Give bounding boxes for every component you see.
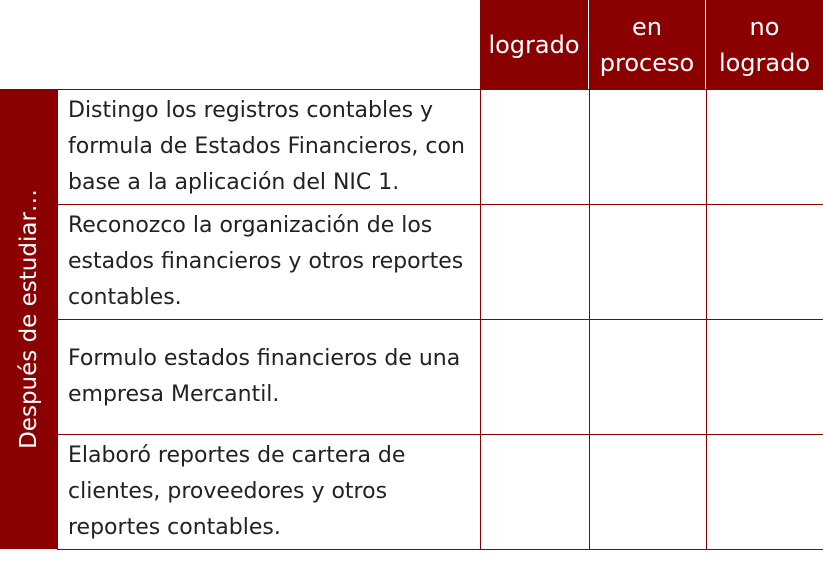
cell-no-logrado[interactable]: [706, 204, 823, 320]
cell-no-logrado[interactable]: [706, 89, 823, 205]
header-en-proceso-line-2: proceso: [599, 48, 695, 77]
header-logrado: logrado: [480, 0, 589, 89]
table-row: Formulo estados financieros de una empre…: [57, 319, 823, 435]
cell-logrado[interactable]: [480, 89, 590, 205]
table-row: Distingo los registros contables y formu…: [57, 89, 823, 205]
evaluation-table: Distingo los registros contables y formu…: [57, 89, 823, 550]
row-description: Reconozco la organización de los estados…: [57, 204, 481, 320]
cell-en-proceso[interactable]: [589, 434, 707, 550]
cell-no-logrado[interactable]: [706, 319, 823, 435]
header-no-logrado-line-1: no: [749, 12, 780, 41]
cell-en-proceso[interactable]: [589, 204, 707, 320]
cell-en-proceso[interactable]: [589, 89, 707, 205]
row-description: Formulo estados financieros de una empre…: [57, 319, 481, 435]
cell-logrado[interactable]: [480, 204, 590, 320]
side-label: Después de estudiar…: [15, 189, 42, 449]
side-band: Después de estudiar…: [0, 89, 57, 549]
row-description: Elaboró reportes de cartera de clientes,…: [57, 434, 481, 550]
table-row: Reconozco la organización de los estados…: [57, 204, 823, 320]
cell-en-proceso[interactable]: [589, 319, 707, 435]
header-en-proceso-line-1: en: [632, 12, 662, 41]
row-description: Distingo los registros contables y formu…: [57, 89, 481, 205]
cell-no-logrado[interactable]: [706, 434, 823, 550]
header-no-logrado-line-2: logrado: [718, 48, 811, 77]
header-en-proceso: en proceso: [589, 0, 706, 89]
cell-logrado[interactable]: [480, 434, 590, 550]
table-row: Elaboró reportes de cartera de clientes,…: [57, 434, 823, 550]
cell-logrado[interactable]: [480, 319, 590, 435]
header-no-logrado: no logrado: [706, 0, 823, 89]
header-logrado-line-1: logrado: [488, 30, 580, 59]
